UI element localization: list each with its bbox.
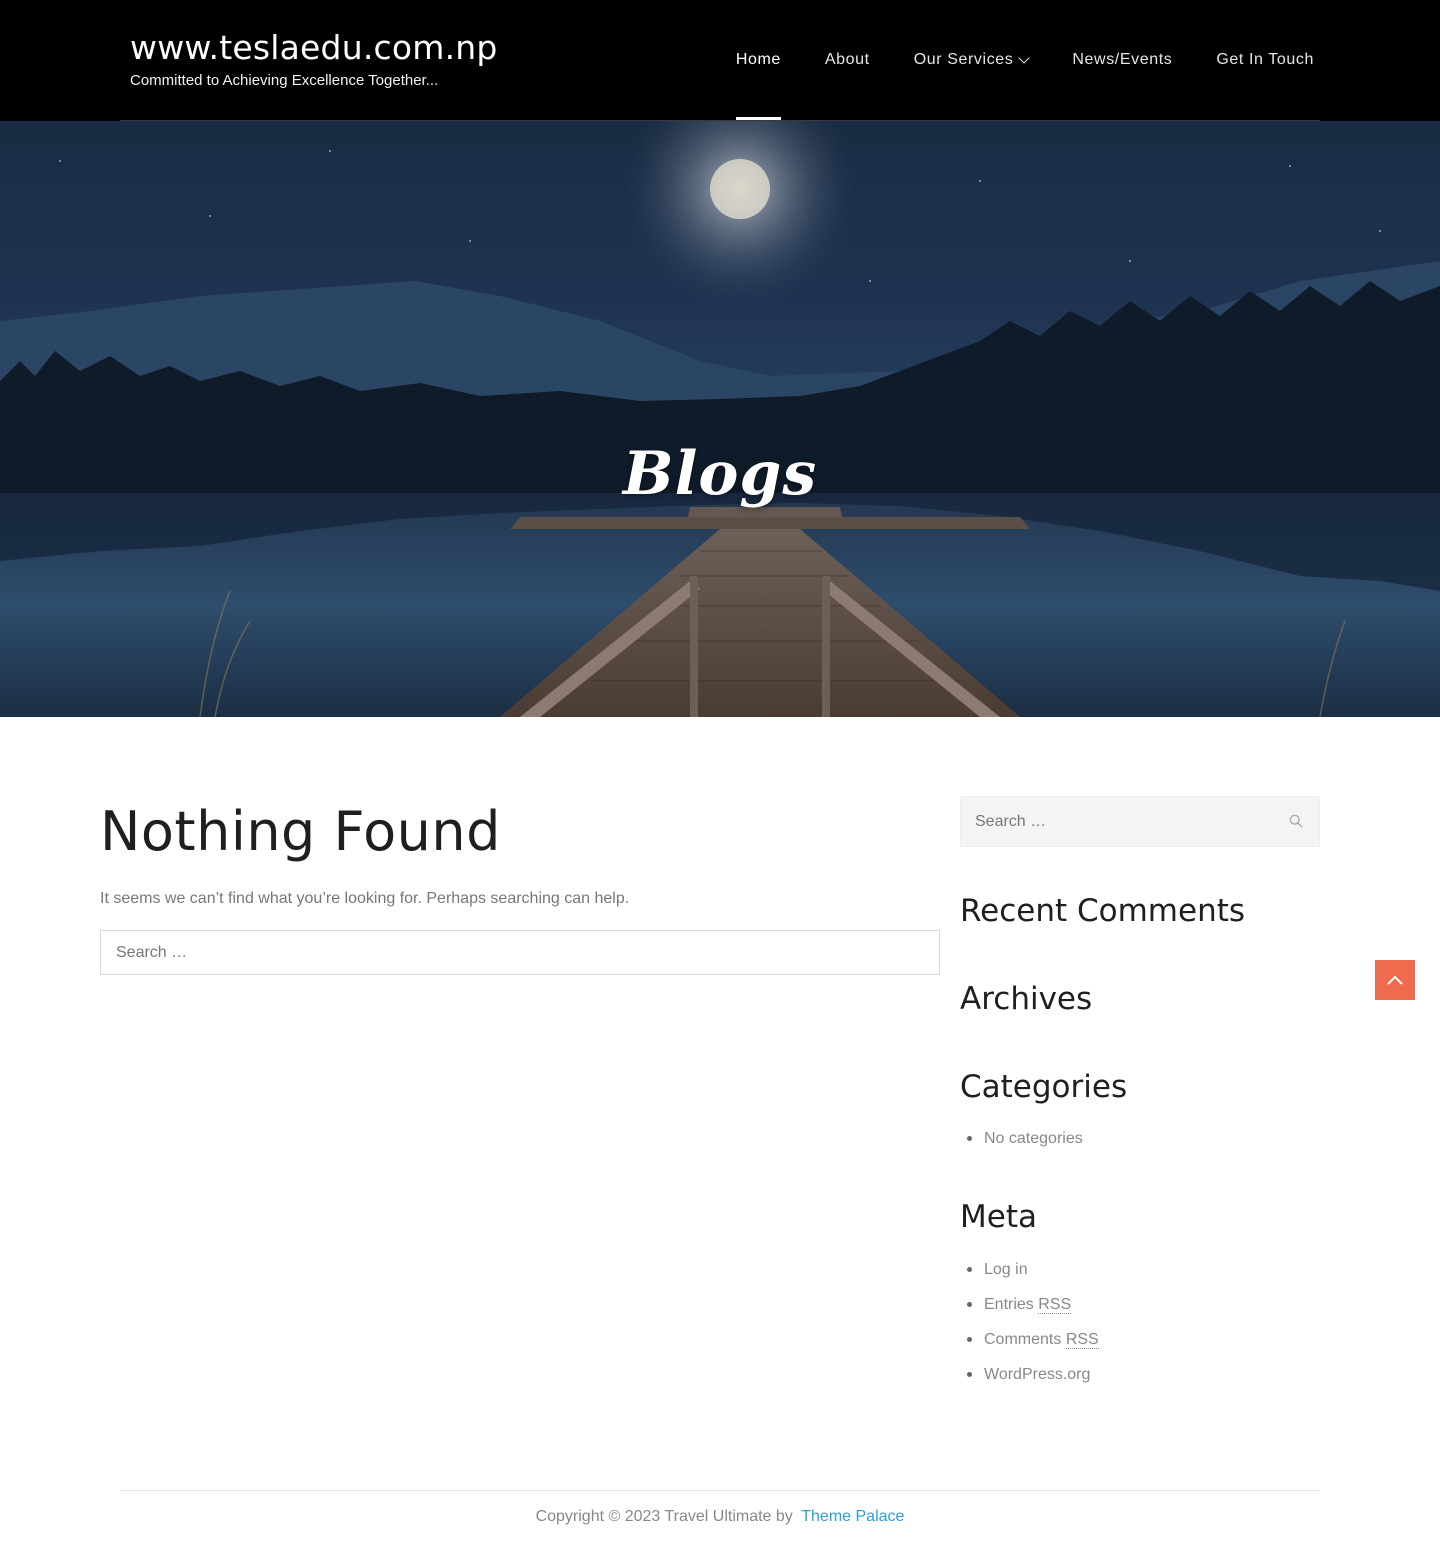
nav-item-label: Our Services [913,51,1014,68]
nav-item-home[interactable]: Home [735,0,782,120]
search-input[interactable]: Search … [100,930,940,975]
nav-item-get-in-touch[interactable]: Get In Touch [1216,0,1314,120]
footer-copyright: Copyright © 2023 Travel Ultimate by Them… [0,1508,1440,1526]
widget-title-recent-comments: Recent Comments [960,893,1246,929]
nav-item-our-services[interactable]: Our Services [913,0,1031,120]
footer-divider [120,1490,1320,1491]
copyright-text: Copyright © 2023 Travel Ultimate by [535,1508,793,1525]
meta-link-label: Entries [984,1296,1034,1313]
rss-abbr: RSS [1038,1296,1072,1314]
widget-title-categories: Categories [960,1069,1128,1105]
scroll-to-top-button[interactable] [1375,960,1415,1000]
hero-banner: Blogs [0,121,1440,717]
hero-background-image [0,121,1440,717]
widget-title-meta: Meta [960,1199,1037,1235]
site-tagline: Committed to Achieving Excellence Togeth… [130,72,439,89]
main-navigation: Home About Our Services News/Events Get … [692,0,1314,120]
page-title: Nothing Found [100,800,501,863]
sidebar-search-placeholder: Search … [975,812,1047,830]
meta-link-entries-rss[interactable]: Entries RSS [967,1295,1099,1330]
meta-link-comments-rss[interactable]: Comments RSS [967,1330,1099,1365]
arrow-up-icon [1387,975,1403,985]
nav-item-about[interactable]: About [825,0,870,120]
chevron-down-icon [1018,51,1031,64]
nav-item-label: Home [735,51,781,68]
meta-link-wordpress[interactable]: WordPress.org [967,1365,1099,1400]
nav-item-news-events[interactable]: News/Events [1072,0,1172,120]
search-icon[interactable] [1289,814,1303,828]
hero-title: Blogs [622,439,818,509]
widget-title-archives: Archives [960,981,1093,1017]
rss-abbr: RSS [1065,1331,1099,1349]
meta-link-label: Comments [984,1331,1062,1348]
search-input-placeholder: Search … [116,943,188,961]
theme-palace-link[interactable]: Theme Palace [801,1508,904,1525]
nav-item-label: About [824,51,870,68]
nav-item-label: News/Events [1072,51,1173,68]
meta-list: Log in Entries RSS Comments RSS WordPres… [967,1260,1099,1400]
meta-link-login[interactable]: Log in [967,1260,1099,1295]
list-item: No categories [967,1129,1083,1164]
site-title[interactable]: www.teslaedu.com.np [130,28,498,67]
site-header: www.teslaedu.com.np Committed to Achievi… [0,0,1440,121]
nav-item-label: Get In Touch [1216,51,1314,68]
no-results-message: It seems we can’t find what you’re looki… [100,890,630,907]
sidebar-search-input[interactable]: Search … [960,796,1320,847]
categories-list: No categories [967,1129,1083,1164]
